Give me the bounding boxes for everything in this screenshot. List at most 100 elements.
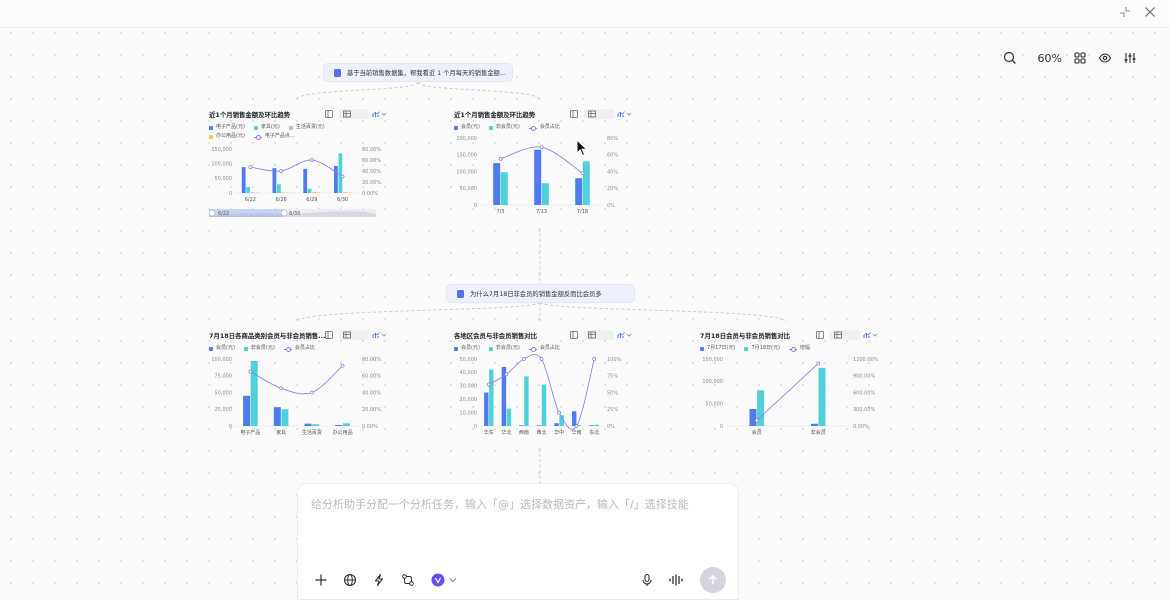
y2-tick-label: 80% — [607, 136, 618, 142]
bar[interactable] — [241, 167, 246, 193]
bar[interactable] — [811, 423, 818, 426]
bar[interactable] — [303, 168, 308, 193]
chart-card-member-sales-trend[interactable]: 近1个月销售金额及环比趋势 会员(元) 非会员(元) 会员占比 200,000 150,0… — [454, 109, 632, 221]
line-point[interactable] — [486, 382, 491, 387]
bar[interactable] — [342, 423, 350, 426]
bar[interactable] — [273, 407, 281, 426]
line-point[interactable] — [279, 386, 283, 391]
line-point[interactable] — [580, 171, 585, 176]
question-node-2[interactable]: 为什么7月18日非会员的销售金额反而比会员多 — [446, 284, 635, 303]
y2-tick-label: 40.00% — [362, 169, 381, 175]
bar[interactable] — [342, 192, 347, 193]
bar[interactable] — [575, 178, 583, 205]
line-point[interactable] — [340, 363, 345, 368]
task-input-box[interactable]: 给分析助手分配一个分析任务，输入「@」选择数据资产，输入「/」选择技能 — [297, 483, 739, 600]
agent-selector[interactable] — [431, 571, 463, 589]
chart-card-region-member-sales[interactable]: 各地区会员与非会员销售对比 会员(元) 非会员(元) 会员占比 50,000 40,000… — [454, 330, 632, 442]
chart-plot: 100,000 75,000 50,000 25,000 0 80.00% 60.00% 40… — [211, 357, 381, 436]
line-point[interactable] — [592, 357, 597, 361]
x-tick-label: 6/26 — [276, 197, 287, 203]
slider-end-label: 6/30 — [289, 211, 300, 217]
line-series[interactable] — [500, 146, 583, 174]
y-tick-label: 200,000 — [456, 136, 477, 142]
bar[interactable] — [246, 187, 250, 193]
bar[interactable] — [519, 425, 524, 426]
lightning-icon[interactable] — [370, 571, 388, 589]
bar[interactable] — [582, 161, 590, 205]
bar[interactable] — [277, 184, 281, 193]
x-tick-label: 西南 — [519, 429, 529, 436]
bar[interactable] — [281, 192, 286, 193]
send-button[interactable] — [700, 567, 726, 593]
bar[interactable] — [316, 192, 321, 193]
plus-icon[interactable] — [312, 571, 330, 589]
y2-tick-label: 900.00% — [853, 374, 875, 380]
bar[interactable] — [243, 395, 251, 426]
y-tick-label: 100,000 — [211, 357, 232, 363]
line-point[interactable] — [248, 165, 253, 169]
bar[interactable] — [500, 172, 508, 205]
line-point[interactable] — [310, 158, 314, 162]
bar[interactable] — [541, 183, 549, 205]
bar[interactable] — [489, 369, 494, 426]
bar[interactable] — [338, 153, 343, 193]
bar[interactable] — [506, 408, 512, 426]
globe-icon[interactable] — [341, 571, 359, 589]
chart-card-category-member-sales[interactable]: 7月18日各商品类别会员与非会员销售... 会员(元) 非会员(元) 会员占比 100,… — [209, 330, 387, 442]
line-series[interactable] — [250, 365, 343, 395]
line-point[interactable] — [539, 145, 544, 150]
workflow-icon[interactable] — [399, 571, 417, 589]
bar[interactable] — [307, 188, 312, 193]
bar[interactable] — [534, 149, 542, 205]
y2-tick-label: 0.00% — [853, 424, 869, 430]
line-series[interactable] — [756, 363, 819, 421]
bar[interactable] — [536, 425, 542, 426]
range-slider[interactable]: 6/22 6/30 — [208, 209, 376, 217]
bar[interactable] — [334, 166, 338, 193]
y2-tick-label: 600.00% — [853, 390, 875, 396]
bar[interactable] — [312, 424, 320, 426]
chart-card-daily-sales-trend[interactable]: 近1个月销售金额及环比趋势 电子产品(元) 家具(元) 生活百货(元) 办公用品(元) 电… — [208, 109, 387, 221]
line-series[interactable] — [250, 159, 343, 177]
bar[interactable] — [281, 409, 289, 427]
bar[interactable] — [554, 423, 559, 426]
bar[interactable] — [541, 384, 547, 427]
question-node-1[interactable]: 基于当前销售数据集，帮我看近 1 个月每天的销售金额... — [323, 63, 513, 82]
line-point[interactable] — [754, 418, 759, 423]
bar[interactable] — [272, 168, 277, 193]
bar[interactable] — [572, 411, 577, 426]
line-point[interactable] — [522, 357, 526, 361]
chart-plot: 150,000 100,000 50,000 0 1200.00% 900.00% 600.… — [702, 357, 878, 436]
line-point[interactable] — [557, 410, 561, 415]
bar[interactable] — [524, 376, 529, 426]
x-tick-label: 办公用品 — [333, 429, 353, 436]
slider-handle-end[interactable] — [280, 209, 288, 217]
bar[interactable] — [818, 367, 826, 426]
voice-wave-icon[interactable] — [667, 571, 685, 589]
bar[interactable] — [304, 423, 312, 426]
chart-plot: 50,000 40,000 30,000 20,000 10,000 0 100% 75% 50… — [460, 354, 622, 436]
microphone-icon[interactable] — [638, 571, 656, 589]
line-point[interactable] — [340, 174, 345, 179]
y-tick-label: 25,000 — [215, 407, 233, 413]
line-point[interactable] — [498, 157, 503, 161]
line-point[interactable] — [574, 424, 579, 428]
line-point[interactable] — [816, 361, 821, 366]
line-point[interactable] — [248, 369, 253, 374]
bar[interactable] — [335, 425, 343, 426]
bar[interactable] — [312, 191, 316, 193]
line-point[interactable] — [279, 169, 283, 173]
task-input-placeholder[interactable]: 给分析助手分配一个分析任务，输入「@」选择数据资产，输入「/」选择技能 — [311, 496, 689, 512]
bar[interactable] — [493, 163, 501, 205]
bar[interactable] — [589, 425, 594, 426]
y-tick-label: 100,000 — [702, 379, 723, 385]
bar[interactable] — [594, 424, 599, 426]
line-point[interactable] — [310, 390, 314, 395]
bar[interactable] — [749, 409, 757, 426]
line-point[interactable] — [539, 357, 544, 361]
chart-card-member-comparison-0718[interactable]: 7月18日会员与非会员销售对比 7月17日(元) 7月18日(元) 增幅 150,000… — [700, 330, 879, 442]
slider-handle-start[interactable] — [208, 209, 216, 217]
line-point[interactable] — [504, 372, 509, 377]
bar[interactable] — [484, 392, 489, 427]
bar[interactable] — [250, 192, 255, 193]
